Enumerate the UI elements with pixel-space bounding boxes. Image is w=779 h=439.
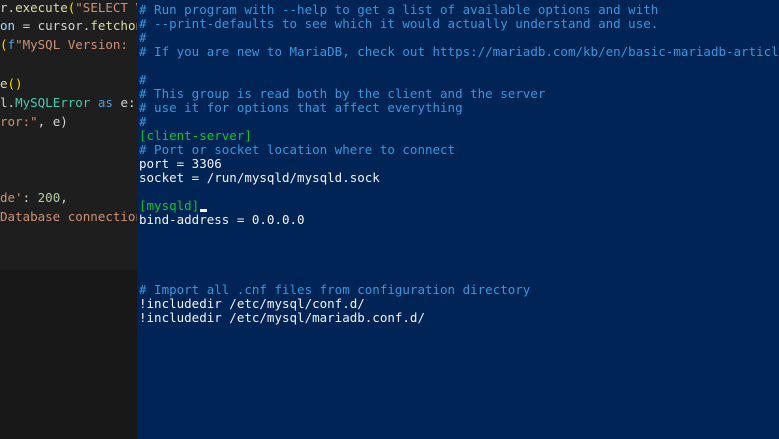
code-token: ( [0,37,8,52]
section-label: [mysqld] [139,198,200,213]
code-token: : [22,190,38,205]
code-token: e: [120,95,136,110]
code-token: MySQLError [15,95,91,110]
code-editor-pane[interactable]: r.execute("SELECT V on = cursor.fetchon … [0,0,137,439]
config-line: # --print-defaults to see which it would… [139,16,659,31]
code-token: l. [0,95,16,110]
editor-panel-area [0,270,137,439]
config-line: # use it for options that affect everyth… [139,100,463,115]
config-section-header: [mysqld] [139,198,208,213]
code-line-7: de': 200, [0,190,68,206]
config-line: # [139,114,147,129]
config-line: # Run program with --help to get a list … [139,2,659,17]
config-line: !includedir /etc/mysql/conf.d/ [139,296,365,311]
code-token: execute [15,0,68,15]
code-token: () [7,76,23,91]
code-token: , [60,190,68,205]
code-token: , e) [37,114,68,129]
code-line-2: on = cursor.fetchon [0,18,137,34]
code-token: 200 [37,190,61,205]
config-line: !includedir /etc/mysql/mariadb.conf.d/ [139,310,425,325]
code-token: ror:" [0,114,38,129]
code-token: as [90,95,121,110]
code-line-3: (f"MySQL Version: [0,37,135,53]
code-token: fetchon [90,18,137,33]
code-token: f [7,37,16,52]
code-token: = cursor. [22,18,91,33]
code-token: r. [0,0,16,15]
code-token: on [0,18,23,33]
config-line: # If you are new to MariaDB, check out h… [139,44,779,59]
code-token: de' [0,190,23,205]
code-token: Database connection [0,209,137,224]
code-line-1: r.execute("SELECT V [0,0,137,16]
config-line: # [139,30,147,45]
config-line: # Port or socket location where to conne… [139,142,456,157]
code-token: "MySQL Version: [15,37,136,52]
code-line-8: Database connection [0,209,137,225]
config-line: bind-address = 0.0.0.0 [139,212,305,227]
terminal-pane[interactable]: # Run program with --help to get a list … [137,0,779,439]
config-line: # Import all .cnf files from configurati… [139,282,531,297]
code-token: "SELECT V [75,0,137,15]
code-line-4: e() [0,76,23,92]
config-line: # [139,72,147,87]
config-line: # This group is read both by the client … [139,86,546,101]
code-token: e [0,76,8,91]
config-line: port = 3306 [139,156,222,171]
config-line: socket = /run/mysqld/mysqld.sock [139,170,380,185]
config-section-header: [client-server] [139,128,252,143]
code-line-5: l.MySQLError as e: [0,95,136,111]
code-line-6: ror:", e) [0,114,68,130]
